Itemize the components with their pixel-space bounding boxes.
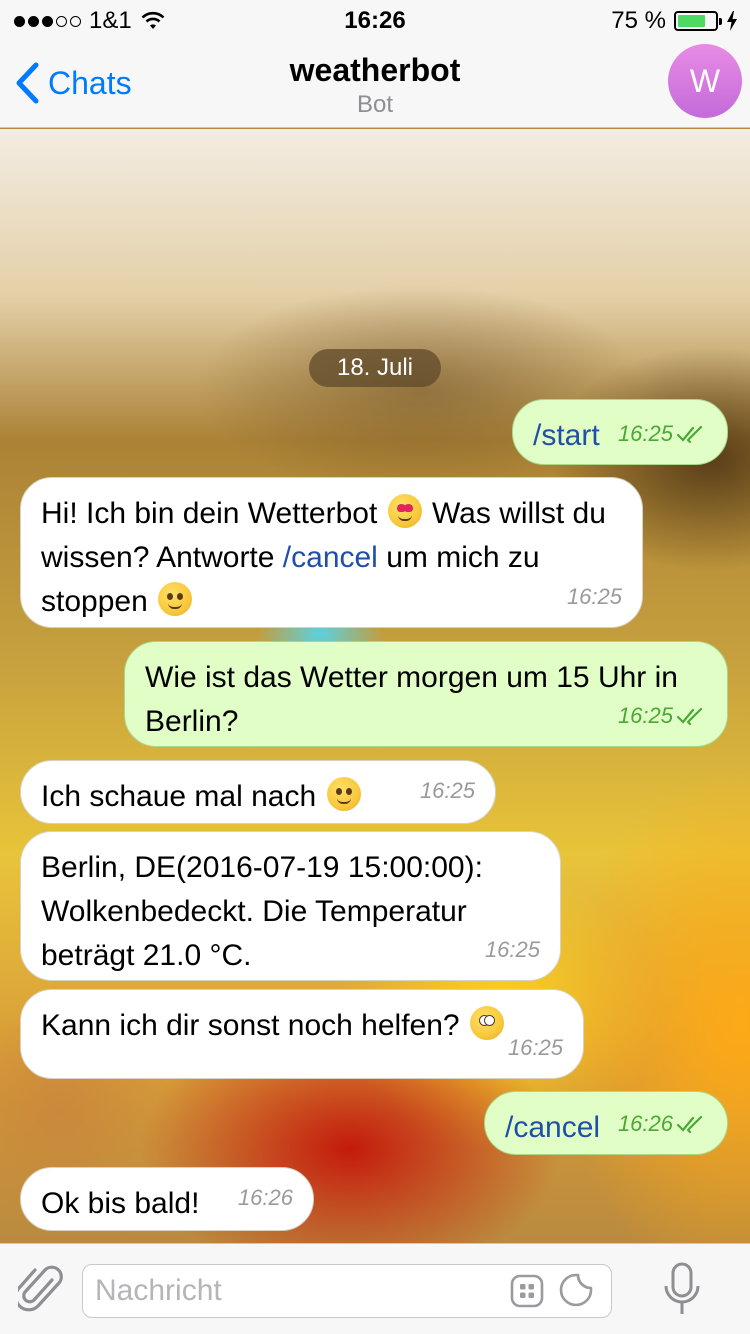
command-link[interactable]: /start bbox=[533, 419, 600, 452]
message-bubble-incoming[interactable]: Ok bis bald! 16:26 bbox=[20, 1167, 314, 1231]
command-link[interactable]: /cancel bbox=[505, 1111, 600, 1144]
chat-area[interactable]: 18. Juli /start 16:25 Hi! Ich bin dein W… bbox=[0, 129, 750, 1243]
message-meta: 16:26 bbox=[238, 1176, 293, 1220]
double-check-icon bbox=[677, 425, 703, 443]
message-bubble-outgoing[interactable]: Wie ist das Wetter morgen um 15 Uhr in B… bbox=[124, 641, 728, 747]
message-time: 16:26 bbox=[617, 1111, 673, 1136]
message-meta: 16:25 bbox=[420, 769, 475, 813]
charging-bolt-icon bbox=[727, 11, 737, 31]
smiling-face-emoji-icon bbox=[326, 777, 361, 811]
microphone-icon[interactable] bbox=[664, 1262, 700, 1320]
message-time: 16:25 bbox=[484, 937, 540, 962]
command-link[interactable]: /cancel bbox=[283, 541, 378, 574]
message-time: 16:25 bbox=[566, 584, 622, 609]
message-meta: 16:25 bbox=[508, 1026, 563, 1070]
message-meta: 16:25 bbox=[567, 575, 622, 619]
double-check-icon bbox=[677, 707, 703, 725]
nav-bar: Chats weatherbot Bot W bbox=[0, 40, 750, 128]
message-bubble-outgoing[interactable]: /start 16:25 bbox=[512, 399, 728, 465]
eye-roll-emoji-icon bbox=[469, 1006, 504, 1040]
double-check-icon bbox=[677, 1115, 703, 1133]
chat-header[interactable]: weatherbot Bot bbox=[0, 52, 750, 119]
message-meta: 16:25 bbox=[618, 694, 707, 738]
input-bar bbox=[0, 1243, 750, 1334]
message-time: 16:25 bbox=[507, 1035, 563, 1060]
message-time: 16:25 bbox=[617, 421, 673, 446]
message-bubble-incoming[interactable]: Kann ich dir sonst noch helfen? 16:25 bbox=[20, 989, 584, 1079]
message-meta: 16:25 bbox=[485, 928, 540, 972]
winking-face-emoji-icon bbox=[158, 582, 193, 616]
avatar[interactable]: W bbox=[668, 44, 742, 118]
message-time: 16:25 bbox=[419, 778, 475, 803]
chat-title: weatherbot bbox=[289, 52, 461, 88]
chat-subtitle: Bot bbox=[356, 91, 394, 118]
battery-icon bbox=[674, 11, 722, 31]
sticker-icon[interactable] bbox=[558, 1272, 594, 1308]
message-bubble-incoming[interactable]: Hi! Ich bin dein Wetterbot Was willst du… bbox=[20, 477, 643, 628]
battery-percent: 75 % bbox=[611, 7, 666, 34]
message-time: 16:25 bbox=[617, 703, 673, 728]
message-bubble-incoming[interactable]: Berlin, DE(2016-07-19 15:00:00): Wolkenb… bbox=[20, 831, 561, 981]
status-right: 75 % bbox=[611, 7, 738, 35]
battery-fill bbox=[678, 15, 705, 27]
message-bubble-outgoing[interactable]: /cancel 16:26 bbox=[484, 1091, 728, 1155]
heart-eyes-emoji-icon bbox=[387, 494, 422, 528]
message-meta: 16:25 bbox=[618, 412, 707, 456]
message-time: 16:26 bbox=[237, 1185, 293, 1210]
message-meta: 16:26 bbox=[618, 1102, 707, 1146]
message-bubble-incoming[interactable]: Ich schaue mal nach 16:25 bbox=[20, 760, 496, 824]
bot-keyboard-icon[interactable] bbox=[510, 1274, 544, 1308]
date-chip: 18. Juli bbox=[309, 349, 441, 387]
paperclip-icon[interactable] bbox=[18, 1264, 64, 1318]
status-bar: 1&1 16:26 75 % bbox=[0, 0, 750, 40]
